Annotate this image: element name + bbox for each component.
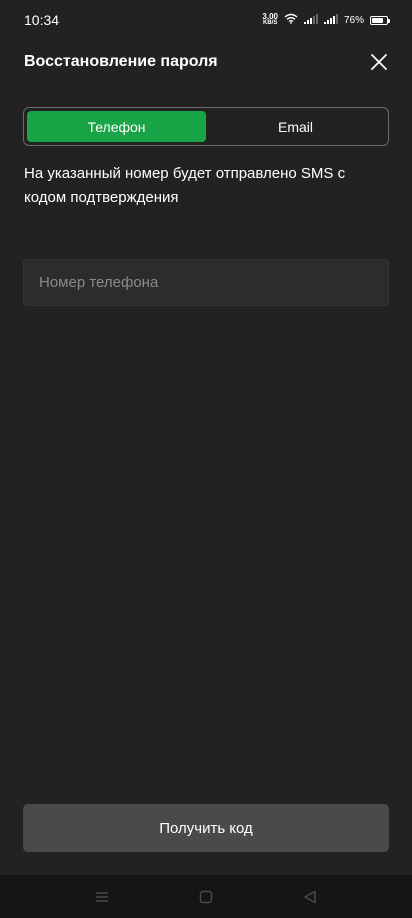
nav-back-button[interactable] bbox=[298, 885, 322, 909]
phone-field bbox=[23, 259, 389, 306]
tab-email[interactable]: Email bbox=[206, 111, 385, 142]
method-tabs: Телефон Email bbox=[23, 107, 389, 146]
network-speed-unit: KB/S bbox=[263, 20, 278, 26]
nav-home-button[interactable] bbox=[194, 885, 218, 909]
status-icons: 3.00 KB/S 76% bbox=[262, 11, 390, 29]
close-icon bbox=[371, 54, 387, 70]
page-title: Восстановление пароля bbox=[24, 53, 218, 70]
system-nav-bar bbox=[0, 875, 412, 918]
phone-input[interactable] bbox=[39, 274, 373, 291]
close-button[interactable] bbox=[367, 50, 391, 74]
nav-menu-button[interactable] bbox=[90, 885, 114, 909]
menu-icon bbox=[96, 891, 108, 902]
network-speed-value: 3.00 bbox=[262, 12, 278, 21]
status-time: 10:34 bbox=[24, 12, 60, 28]
battery-icon bbox=[370, 15, 390, 25]
password-recovery-screen: 10:34 3.00 KB/S 76% Восстановление парол… bbox=[0, 0, 412, 918]
get-code-button[interactable]: Получить код bbox=[23, 804, 389, 852]
home-icon bbox=[199, 890, 213, 903]
battery-percent: 76% bbox=[343, 14, 364, 26]
status-bar: 10:34 3.00 KB/S 76% bbox=[0, 0, 412, 40]
battery-fill bbox=[372, 17, 383, 23]
signal-icon bbox=[323, 11, 338, 29]
back-icon bbox=[304, 890, 316, 903]
network-speed: 3.00 KB/S bbox=[262, 13, 278, 27]
header: Восстановление пароля bbox=[0, 40, 412, 84]
wifi-icon bbox=[284, 11, 298, 29]
description-text: На указанный номер будет отправлено SMS … bbox=[24, 165, 346, 206]
tab-phone[interactable]: Телефон bbox=[27, 111, 206, 142]
signal-icon bbox=[303, 11, 318, 29]
